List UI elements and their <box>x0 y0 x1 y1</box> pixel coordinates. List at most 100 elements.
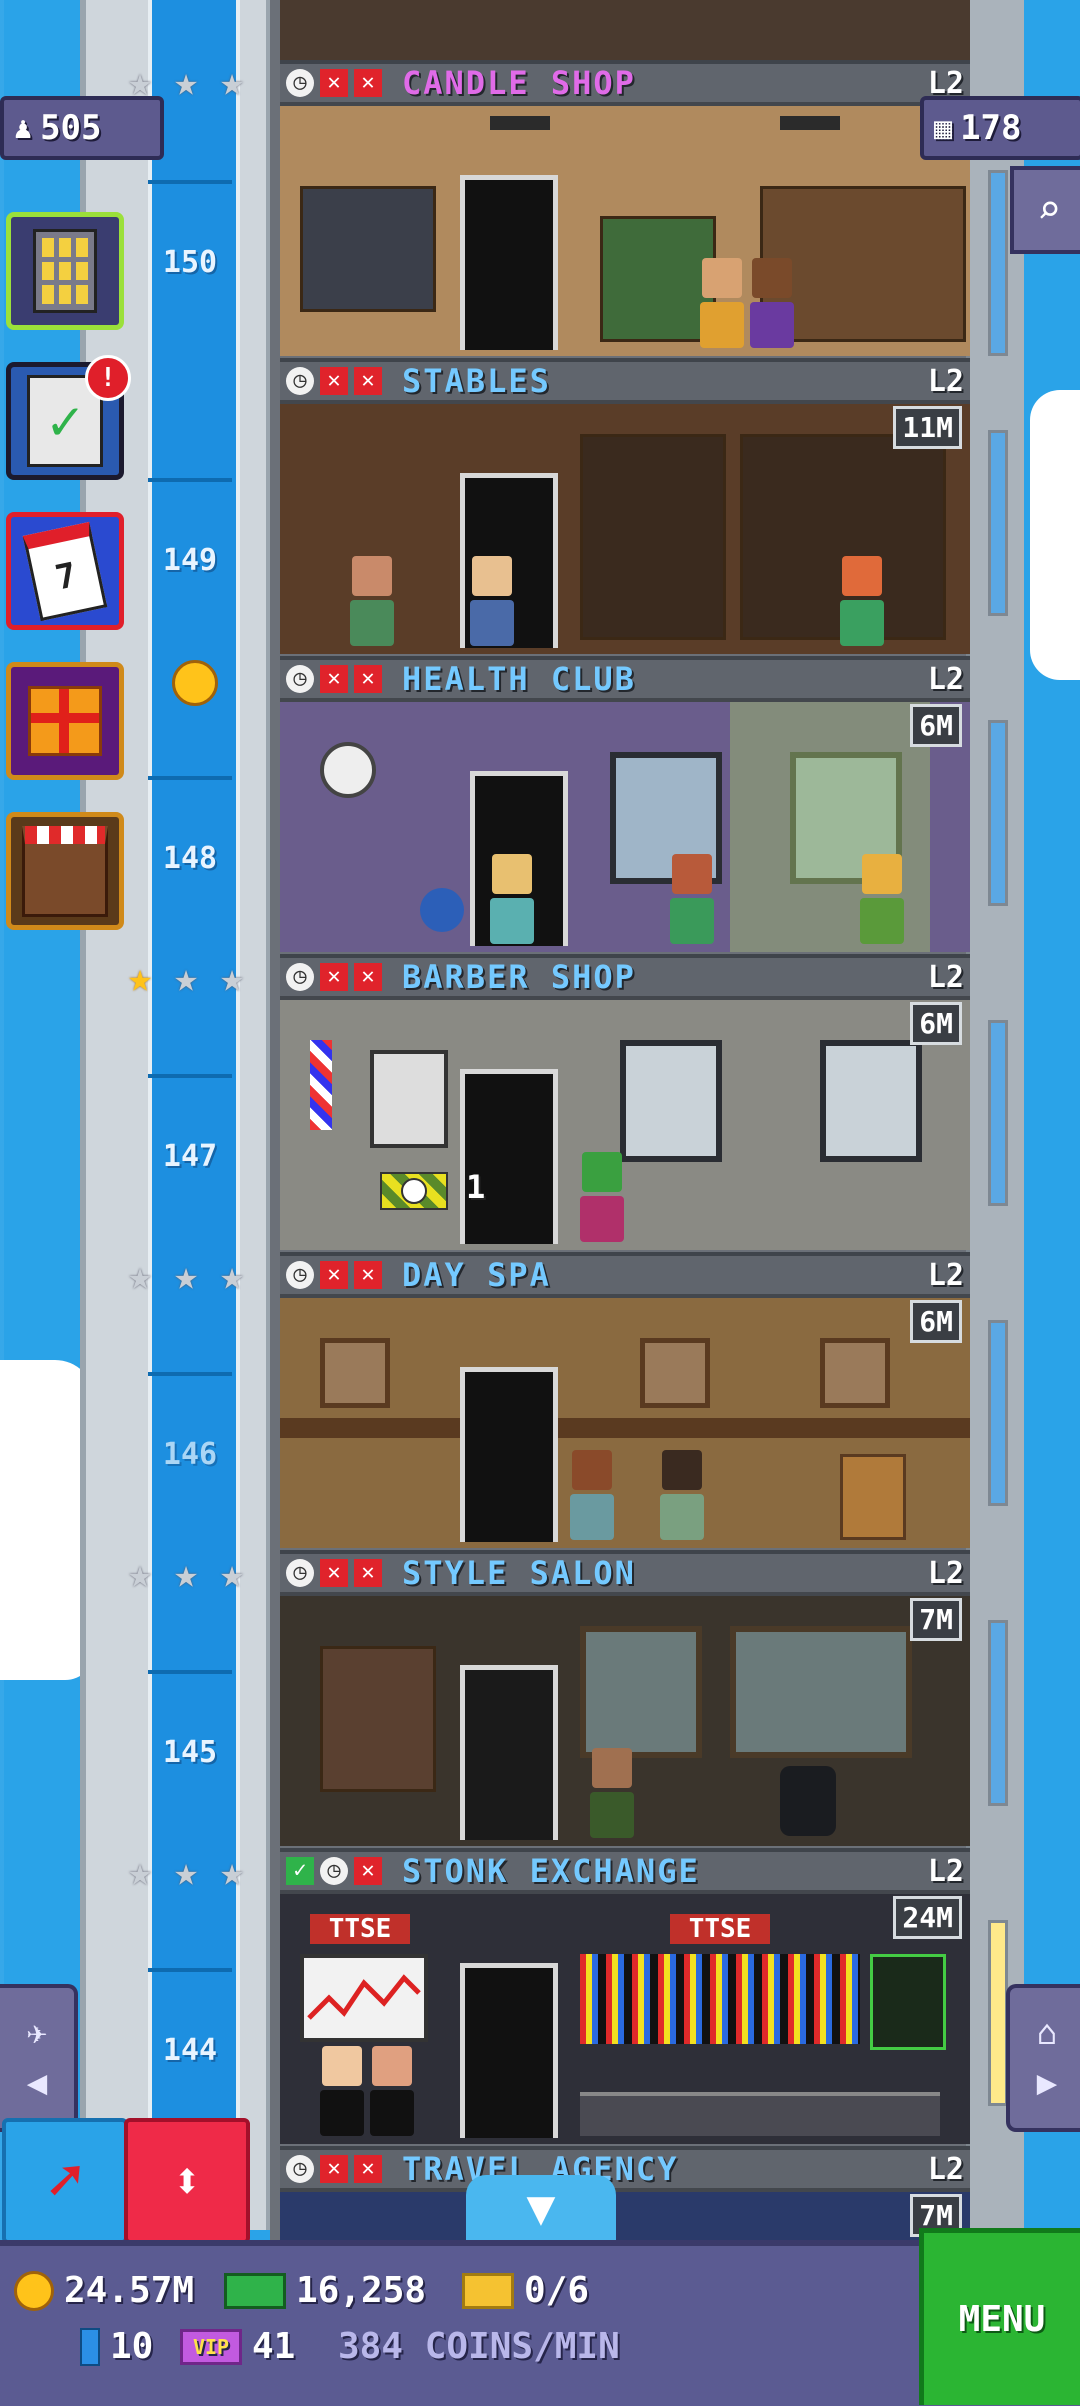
stock-empty-icon: ✕ <box>354 963 382 991</box>
shaft-divider <box>148 1074 232 1078</box>
shop-worker[interactable] <box>350 556 394 646</box>
ceiling-lamp <box>780 116 840 130</box>
room-door <box>460 1963 558 2138</box>
bits-display[interactable]: 10 <box>80 2326 153 2367</box>
wall-painting <box>640 1338 710 1408</box>
floor-header: ◷ ✕ ✕ BARBER SHOP L2 <box>280 958 970 1000</box>
bottom-status-bar <box>0 2240 1080 2406</box>
shop-worker[interactable] <box>670 854 714 944</box>
rail-window <box>988 430 1008 616</box>
spa-chair <box>840 1454 906 1540</box>
floor-health-club[interactable]: ◷ ✕ ✕ HEALTH CLUB L2 6M <box>280 656 970 956</box>
shop-worker[interactable] <box>590 1748 634 1838</box>
floor-stonk-exchange[interactable]: ✓ ◷ ✕ STONK EXCHANGE L2 TTSE TTSE 24M <box>280 1848 970 2148</box>
rail-window <box>988 1020 1008 1206</box>
floors-value: 178 <box>960 108 1022 148</box>
floor-header: ✓ ◷ ✕ STONK EXCHANGE L2 <box>280 1852 970 1894</box>
clock-icon: ◷ <box>286 963 314 991</box>
shop-worker[interactable] <box>840 556 884 646</box>
stock-chart-board <box>300 1954 428 2042</box>
population-counter[interactable]: ♟ 505 <box>0 96 164 160</box>
floor-style-salon[interactable]: ◷ ✕ ✕ STYLE SALON L2 7M <box>280 1550 970 1850</box>
floor-candle-shop[interactable]: ◷ ✕ ✕ CANDLE SHOP L2 <box>280 60 970 360</box>
floor-level: L2 <box>927 1556 964 1591</box>
bux-display[interactable]: 16,258 <box>224 2270 426 2311</box>
room-interior <box>280 1596 970 1846</box>
shop-worker[interactable] <box>570 1450 614 1540</box>
shop-worker[interactable] <box>660 1450 704 1540</box>
shop-worker[interactable] <box>580 1152 624 1242</box>
vip-display[interactable]: VIP 41 <box>180 2326 295 2367</box>
floor-income: 6M <box>910 704 962 747</box>
stock-empty-icon: ✕ <box>354 367 382 395</box>
clock-icon: ◷ <box>286 69 314 97</box>
elevator-shaft[interactable] <box>148 0 240 2230</box>
floor-room-partial <box>280 0 970 60</box>
floor-header: ◷ ✕ ✕ CANDLE SHOP L2 <box>280 64 970 106</box>
floor-header: ◷ ✕ ✕ STYLE SALON L2 <box>280 1554 970 1596</box>
star-icon: ★ <box>219 1551 245 1597</box>
trading-desk <box>580 2092 940 2136</box>
pointer-arrow-icon: ➚ <box>46 2146 84 2216</box>
stock-empty-icon: ✕ <box>320 2155 348 2183</box>
room-interior <box>280 1298 970 1548</box>
elevator-coin-icon[interactable] <box>172 660 218 706</box>
scroll-down-button[interactable]: ▼ <box>466 2175 616 2241</box>
candle-shelf <box>600 216 716 342</box>
up-down-icon: ⬍ <box>171 2152 203 2210</box>
ttse-sign: TTSE <box>310 1914 410 1944</box>
stock-empty-icon: ✕ <box>354 1559 382 1587</box>
clock-icon: ◷ <box>286 1261 314 1289</box>
floor-barber-shop[interactable]: ◷ ✕ ✕ BARBER SHOP L2 1 6M <box>280 954 970 1254</box>
trader[interactable] <box>370 2046 414 2136</box>
shaft-divider <box>148 180 232 184</box>
tickets-value: 0/6 <box>524 2270 590 2311</box>
search-button[interactable]: ⌕ <box>1010 166 1080 254</box>
gift-button[interactable] <box>6 662 124 780</box>
stock-empty-icon: ✕ <box>354 1857 382 1885</box>
floor-day-spa[interactable]: ◷ ✕ ✕ DAY SPA L2 6M <box>280 1252 970 1552</box>
room-interior <box>280 106 970 356</box>
barber-mirror <box>820 1040 922 1162</box>
nav-right-button[interactable]: ⌂ ▶ <box>1006 1984 1080 2132</box>
alert-badge: ! <box>85 355 131 401</box>
calendar-button[interactable]: 7 <box>6 512 124 630</box>
missions-button[interactable]: ✓ ! <box>6 355 131 480</box>
restock-timer-icon[interactable] <box>380 1172 448 1210</box>
shop-worker[interactable] <box>750 258 794 348</box>
floor-level: L2 <box>927 364 964 399</box>
build-floor-button[interactable] <box>6 212 124 330</box>
stock-empty-icon: ✕ <box>354 665 382 693</box>
shop-worker[interactable] <box>470 556 514 646</box>
star-icon: ★ <box>173 1551 199 1597</box>
ttse-sign: TTSE <box>670 1914 770 1944</box>
tickets-display[interactable]: 0/6 <box>462 2270 589 2311</box>
floor-header: ◷ ✕ ✕ TRAVEL AGENCY L2 <box>280 2150 970 2192</box>
shop-worker[interactable] <box>860 854 904 944</box>
clock-icon: ◷ <box>286 665 314 693</box>
floor-header: ◷ ✕ ✕ STABLES L2 <box>280 362 970 404</box>
market-button[interactable] <box>6 812 124 930</box>
pointer-tool-button[interactable]: ➚ <box>2 2118 128 2244</box>
exercise-ball <box>420 888 464 932</box>
barber-mirror <box>620 1040 722 1162</box>
salon-chair <box>780 1766 836 1836</box>
shop-worker[interactable] <box>700 258 744 348</box>
shop-worker[interactable] <box>490 854 534 944</box>
floor-level: L2 <box>927 1854 964 1889</box>
floors-counter[interactable]: ▦ 178 <box>920 96 1080 160</box>
floor-stables[interactable]: ◷ ✕ ✕ STABLES L2 11M <box>280 358 970 658</box>
clock-icon: ◷ <box>286 367 314 395</box>
elevator-floor-number: 144 <box>162 2033 218 2068</box>
menu-button[interactable]: MENU <box>919 2228 1080 2405</box>
salon-shelf <box>320 1646 436 1792</box>
elevator-toggle-button[interactable]: ⬍ <box>124 2118 250 2244</box>
nav-left-button[interactable]: ✈ ◀ <box>0 1984 78 2132</box>
floor-level: L2 <box>927 2152 964 2187</box>
shaft-divider <box>148 478 232 482</box>
coins-display[interactable]: 24.57M <box>14 2270 194 2311</box>
coins-per-minute: 384 COINS/MIN <box>338 2326 620 2367</box>
floor-travel-agency[interactable]: ◷ ✕ ✕ TRAVEL AGENCY L2 7M <box>280 2146 970 2244</box>
trader[interactable] <box>320 2046 364 2136</box>
gift-icon <box>28 686 102 756</box>
